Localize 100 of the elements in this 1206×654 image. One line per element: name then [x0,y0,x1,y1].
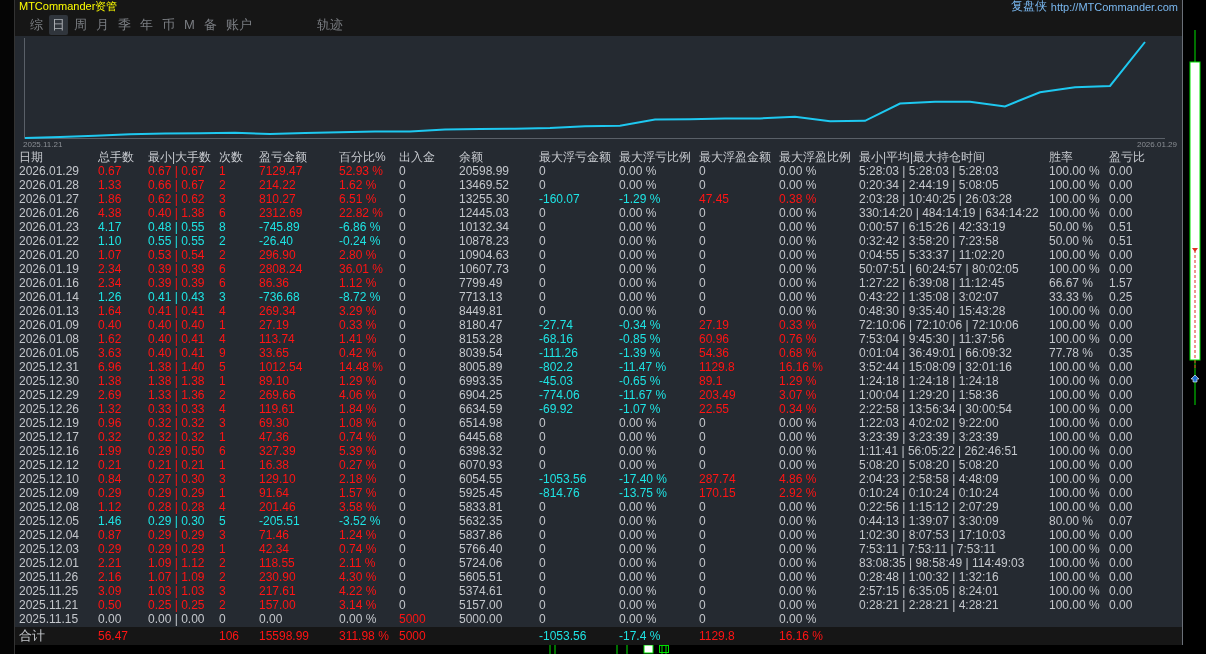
table-cell-text: 1.08 % [339,416,378,430]
table-cell-text: 0 [539,458,547,472]
table-cell-text: 0 [219,612,227,626]
table-cell-text: 0.33 % [779,318,818,332]
table-cell-text: 0.39 | 0.39 [148,262,206,276]
table-cell-text: 2 [219,570,227,584]
table-cell-text: 0 [699,612,707,626]
table-cell-text: 0 [699,248,707,262]
table-cell-text: 1 [219,318,227,332]
column-header: 盈亏比 [1109,150,1146,164]
table-cell-text: 100.00 % [1049,472,1101,486]
table-cell-text: 296.90 [259,248,297,262]
tab[interactable]: 周 [71,14,90,35]
table-cell-text: 0 [699,290,707,304]
table-cell-text: 0.00 [1109,178,1134,192]
tab[interactable]: 币 [159,14,178,35]
table-cell-text: 6514.98 [459,416,504,430]
table-cell-text: 1.57 [1109,276,1134,290]
table-cell-text: 0 [399,164,407,178]
table-cell-text: 0.00 % [779,234,818,248]
table-cell-text: 13255.30 [459,192,511,206]
table-cell-text: 100.00 % [1049,542,1101,556]
table-cell-text: 1.26 [98,290,123,304]
table-cell-text: 0.29 | 0.29 [148,542,206,556]
table-cell-text: 0.55 | 0.55 [148,234,206,248]
table-cell-text: 0.00 [1109,360,1134,374]
tab[interactable]: 日 [49,14,68,35]
table-cell-text: 2.21 [98,556,123,570]
table-cell-text: 1.99 [98,444,123,458]
table-cell-text: 0.07 [1109,514,1134,528]
tab[interactable]: 轨迹 [313,14,346,35]
table-cell-text: 0.00 % [779,514,818,528]
table-cell-text: 合计 [19,629,46,643]
table-cell-text: 0.00 [1109,374,1134,388]
tab[interactable]: 月 [93,14,112,35]
table-cell-text: 8153.28 [459,332,504,346]
table-cell-text: 0 [399,458,407,472]
table-cell-text: 3 [219,416,227,430]
table-cell-text: 0.00 [1109,444,1134,458]
tab[interactable]: 季 [115,14,134,35]
tab[interactable]: 综 [27,14,46,35]
table-cell-text: 15598.99 [259,629,311,643]
table-cell-text: 2025.11.25 [19,584,80,598]
table-cell-text: 5.39 % [339,444,378,458]
table-cell-text: 16.16 % [779,629,825,643]
table-cell-text: 287.74 [699,472,737,486]
tab[interactable]: 备 [200,14,220,35]
table-cell-text: 0.62 | 0.62 [148,192,206,206]
column-header: 最小|平均|最大持仓时间 [859,150,987,164]
table-cell-text: 5632.35 [459,514,504,528]
table-cell-text: 1.29 % [779,374,818,388]
table-cell-text: 7129.47 [259,164,304,178]
table-cell-text: 3 [219,584,227,598]
table-cell-text: 2 [219,234,227,248]
table-cell-text: 1.38 | 1.40 [148,360,206,374]
table-cell-text: -814.76 [539,486,581,500]
table-cell-text: 0.27 | 0.30 [148,472,206,486]
table-cell-text: 0.00 [1109,402,1134,416]
tab[interactable]: 年 [137,14,156,35]
tab[interactable]: 账户 [222,14,255,35]
table-cell-text: 6904.25 [459,388,504,402]
table-cell-text: 2:57:15 | 6:35:05 | 8:24:01 [859,584,1000,598]
table-cell-text: 170.15 [699,486,737,500]
column-header: 最大浮盈金额 [699,150,772,164]
table-cell-text: 69.30 [259,416,290,430]
table-cell-text: 6 [219,262,227,276]
table-cell-text: 0 [539,206,547,220]
table-cell-text: 311.98 % [339,629,390,643]
table-cell-text: 0 [399,374,407,388]
table-cell-text: 16.16 % [779,360,825,374]
website-link[interactable]: http://MTCommander.com [1050,0,1178,13]
table-cell-text: 80.00 % [1049,514,1095,528]
table-cell-text: 10132.34 [459,220,511,234]
table-cell-text: 2026.01.22 [19,234,81,248]
table-cell-text: 2:03:28 | 10:40:25 | 26:03:28 [859,192,1013,206]
table-cell-text: 3 [219,472,227,486]
table-cell-text: 0.00 [1109,458,1134,472]
table-cell-text: 0.74 % [339,430,378,444]
table-cell-text: 0 [399,542,407,556]
table-cell-text: 100.00 % [1049,486,1101,500]
table-cell-text: 327.39 [259,444,297,458]
table-cell-text: 0.00 % [619,234,658,248]
column-header: 总手数 [98,150,135,164]
tab[interactable]: M [181,16,198,34]
table-cell-text: 2025.12.04 [19,528,81,542]
table-cell-text: 2.80 % [339,248,378,262]
table-cell-text: 13469.52 [459,178,511,192]
table-cell-text: 0.00 [1109,570,1134,584]
table-cell-text: 2026.01.16 [19,276,81,290]
table-cell-text: 0 [539,570,547,584]
table-cell-text: 2:04:23 | 2:58:58 | 4:48:09 [859,472,1000,486]
table-cell-text: 3 [219,192,227,206]
table-cell-text: 7:53:04 | 9:45:30 | 11:37:56 [859,332,1006,346]
table-cell-text: 0.29 | 0.50 [148,444,206,458]
table-cell-text: -11.47 % [619,360,668,374]
table-cell-text: 0.00 % [779,598,818,612]
table-cell-text: 22.82 % [339,206,385,220]
table-cell-text: 7799.49 [459,276,504,290]
table-cell-text: 100.00 % [1049,248,1101,262]
table-cell-text: 2026.01.05 [19,346,81,360]
